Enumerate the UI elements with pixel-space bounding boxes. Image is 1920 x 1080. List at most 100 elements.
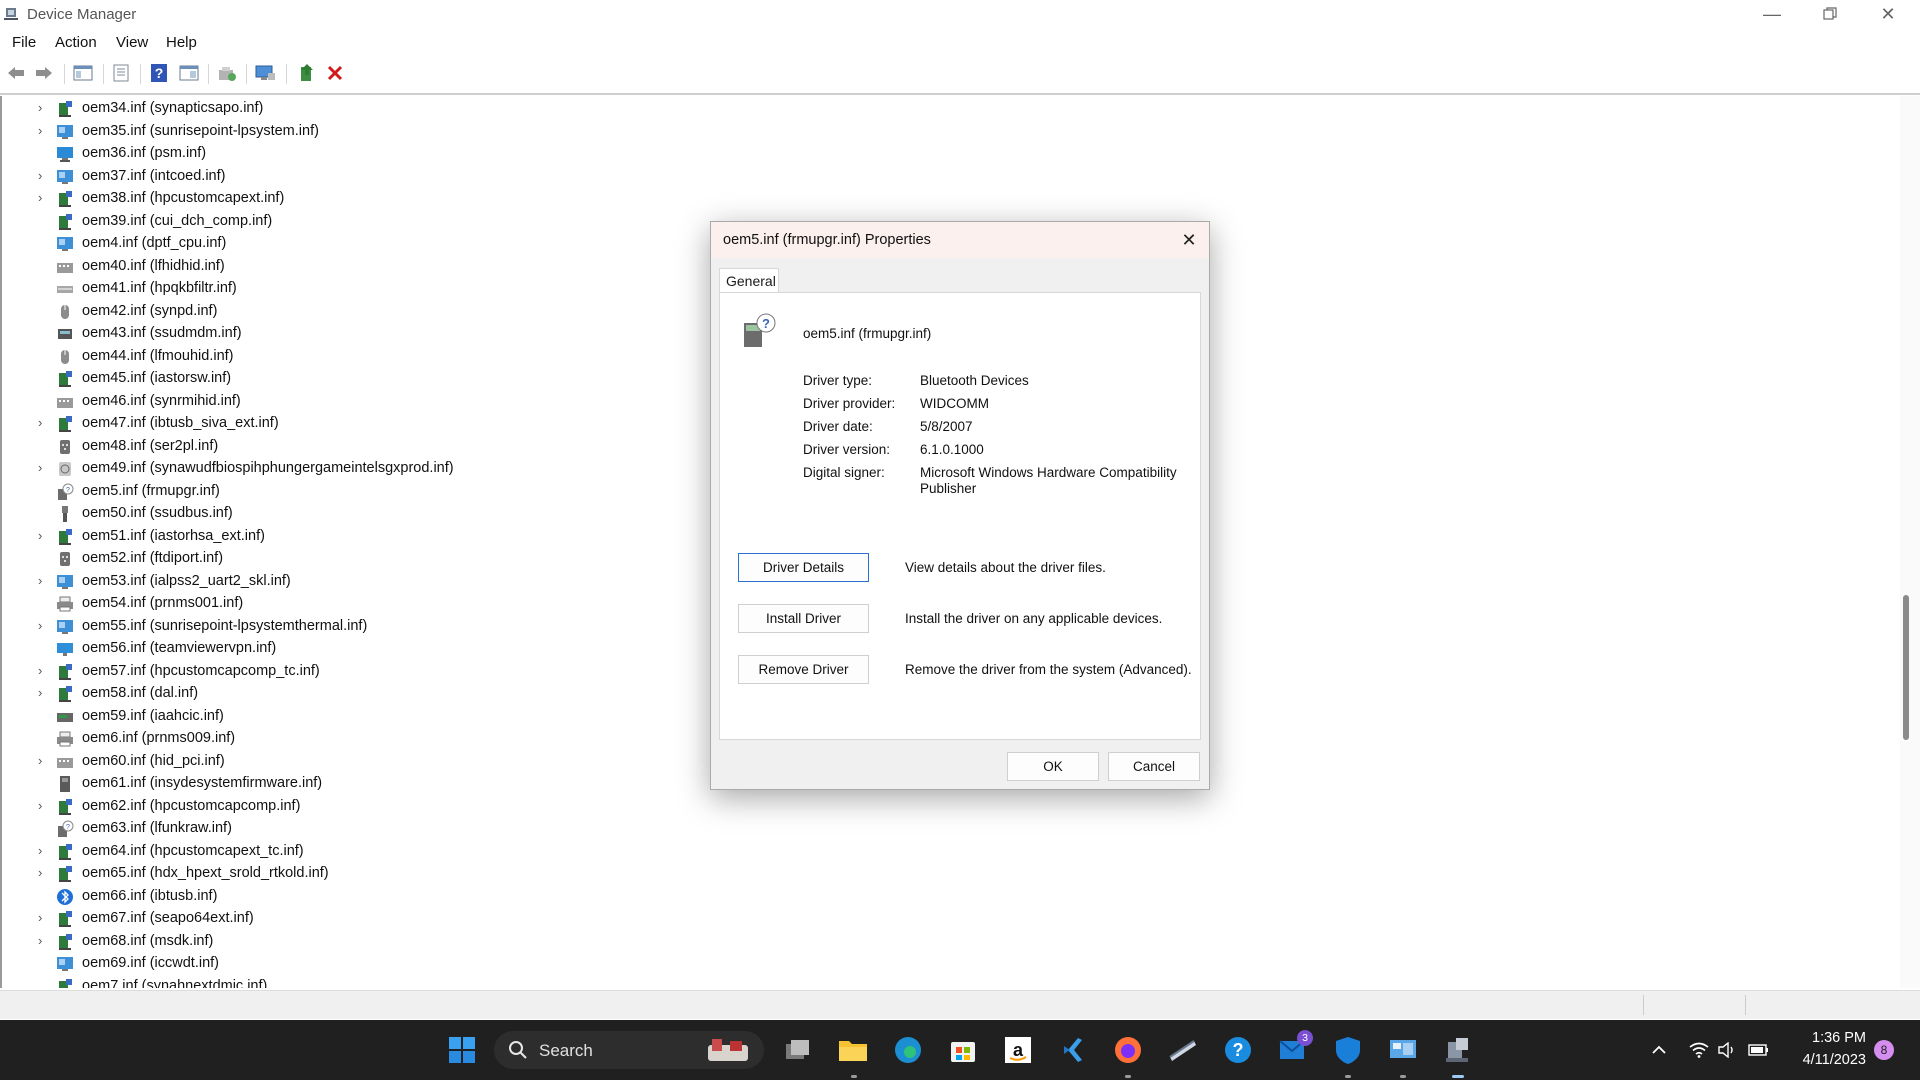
clock-date[interactable]: 4/11/2023 xyxy=(1790,1052,1866,1068)
scrollbar-thumb[interactable] xyxy=(1903,595,1909,740)
properties-icon[interactable] xyxy=(110,62,132,84)
tree-item[interactable]: oem69.inf (iccwdt.inf) xyxy=(2,953,702,975)
expand-chevron-icon[interactable]: › xyxy=(38,865,42,880)
clock-time[interactable]: 1:36 PM xyxy=(1806,1030,1866,1046)
ruler-app-icon[interactable] xyxy=(1165,1032,1201,1068)
tree-item[interactable]: oem59.inf (iaahcic.inf) xyxy=(2,706,702,728)
tree-item[interactable]: oem7.inf (synahnextdmic.inf) xyxy=(2,976,702,988)
tree-item[interactable]: oem48.inf (ser2pl.inf) xyxy=(2,436,702,458)
windows-security-icon[interactable] xyxy=(1330,1032,1366,1068)
driver-details-button[interactable]: Driver Details xyxy=(738,553,869,582)
expand-chevron-icon[interactable]: › xyxy=(38,190,42,205)
volume-icon[interactable] xyxy=(1712,1032,1742,1068)
tree-item[interactable]: oem6.inf (prnms009.inf) xyxy=(2,728,702,750)
tree-item[interactable]: › oem58.inf (dal.inf) xyxy=(2,683,702,705)
notification-badge[interactable]: 8 xyxy=(1874,1040,1894,1060)
visual-studio-code-icon[interactable] xyxy=(1055,1032,1091,1068)
minimize-button[interactable]: — xyxy=(1743,0,1801,28)
expand-chevron-icon[interactable]: › xyxy=(38,460,42,475)
microsoft-store-icon[interactable] xyxy=(945,1032,981,1068)
edge-icon[interactable] xyxy=(890,1032,926,1068)
expand-chevron-icon[interactable]: › xyxy=(38,528,42,543)
expand-chevron-icon[interactable]: › xyxy=(38,798,42,813)
vertical-scrollbar[interactable] xyxy=(1900,96,1920,988)
expand-chevron-icon[interactable]: › xyxy=(38,123,42,138)
tree-item[interactable]: › oem60.inf (hid_pci.inf) xyxy=(2,751,702,773)
expand-chevron-icon[interactable]: › xyxy=(38,843,42,858)
show-hidden-devices-icon[interactable] xyxy=(178,62,200,84)
tree-item[interactable]: › oem65.inf (hdx_hpext_srold_rtkold.inf) xyxy=(2,863,702,885)
tree-item[interactable]: oem42.inf (synpd.inf) xyxy=(2,301,702,323)
help-icon[interactable]: ? xyxy=(148,62,170,84)
tree-item[interactable]: oem36.inf (psm.inf) xyxy=(2,143,702,165)
expand-chevron-icon[interactable]: › xyxy=(38,663,42,678)
tree-item[interactable]: › oem68.inf (msdk.inf) xyxy=(2,931,702,953)
scan-hardware-changes-icon[interactable] xyxy=(254,62,276,84)
expand-chevron-icon[interactable]: › xyxy=(38,685,42,700)
tree-item[interactable]: › oem47.inf (ibtusb_siva_ext.inf) xyxy=(2,413,702,435)
remove-driver-button[interactable]: Remove Driver xyxy=(738,655,869,684)
install-driver-button[interactable]: Install Driver xyxy=(738,604,869,633)
amazon-icon[interactable]: a xyxy=(1000,1032,1036,1068)
tree-item[interactable]: oem61.inf (insydesystemfirmware.inf) xyxy=(2,773,702,795)
tree-item[interactable]: › oem49.inf (synawudfbiospihphungergamein… xyxy=(2,458,702,480)
tree-item[interactable]: oem54.inf (prnms001.inf) xyxy=(2,593,702,615)
dialog-close-icon[interactable]: ✕ xyxy=(1177,228,1201,252)
add-legacy-hardware-icon[interactable] xyxy=(296,62,318,84)
update-driver-icon[interactable] xyxy=(216,62,238,84)
expand-chevron-icon[interactable]: › xyxy=(38,573,42,588)
close-window-button[interactable]: ✕ xyxy=(1859,0,1917,28)
tree-item[interactable]: › oem67.inf (seapo64ext.inf) xyxy=(2,908,702,930)
tree-item[interactable]: oem50.inf (ssudbus.inf) xyxy=(2,503,702,525)
expand-chevron-icon[interactable]: › xyxy=(38,100,42,115)
tree-item[interactable]: oem39.inf (cui_dch_comp.inf) xyxy=(2,211,702,233)
firefox-icon[interactable] xyxy=(1110,1032,1146,1068)
tree-item[interactable]: oem52.inf (ftdiport.inf) xyxy=(2,548,702,570)
device-manager-taskbar-icon[interactable] xyxy=(1440,1032,1476,1068)
ok-button[interactable]: OK xyxy=(1007,752,1099,781)
forward-arrow-icon[interactable] xyxy=(33,62,55,84)
back-arrow-icon[interactable] xyxy=(5,62,27,84)
tree-item[interactable]: › oem55.inf (sunrisepoint-lpsystemthermal… xyxy=(2,616,702,638)
tree-item[interactable]: › oem51.inf (iastorhsa_ext.inf) xyxy=(2,526,702,548)
restore-button[interactable] xyxy=(1801,0,1859,28)
expand-chevron-icon[interactable]: › xyxy=(38,168,42,183)
tree-item[interactable]: › oem35.inf (sunrisepoint-lpsystem.inf) xyxy=(2,121,702,143)
tab-general[interactable]: General xyxy=(719,268,779,293)
tree-item[interactable]: › oem53.inf (ialpss2_uart2_skl.inf) xyxy=(2,571,702,593)
tree-item[interactable]: oem40.inf (lfhidhid.inf) xyxy=(2,256,702,278)
show-hidden-icons-chevron-icon[interactable] xyxy=(1644,1032,1674,1068)
tree-item[interactable]: oem46.inf (synrmihid.inf) xyxy=(2,391,702,413)
tree-item[interactable]: › oem62.inf (hpcustomcapcomp.inf) xyxy=(2,796,702,818)
tree-item[interactable]: › oem64.inf (hpcustomcapext_tc.inf) xyxy=(2,841,702,863)
task-view-icon[interactable] xyxy=(780,1032,816,1068)
tree-item[interactable]: oem43.inf (ssudmdm.inf) xyxy=(2,323,702,345)
tree-item[interactable]: › oem57.inf (hpcustomcapcomp_tc.inf) xyxy=(2,661,702,683)
menu-action[interactable]: Action xyxy=(55,34,97,51)
tree-item[interactable]: oem4.inf (dptf_cpu.inf) xyxy=(2,233,702,255)
tree-item[interactable]: oem66.inf (ibtusb.inf) xyxy=(2,886,702,908)
tree-item[interactable]: › oem37.inf (intcoed.inf) xyxy=(2,166,702,188)
cancel-button[interactable]: Cancel xyxy=(1108,752,1200,781)
expand-chevron-icon[interactable]: › xyxy=(38,753,42,768)
control-panel-icon[interactable] xyxy=(1385,1032,1421,1068)
tree-item[interactable]: oem44.inf (lfmouhid.inf) xyxy=(2,346,702,368)
tree-item[interactable]: ? oem63.inf (lfunkraw.inf) xyxy=(2,818,702,840)
tree-item[interactable]: › oem38.inf (hpcustomcapext.inf) xyxy=(2,188,702,210)
start-icon[interactable] xyxy=(444,1032,480,1068)
battery-icon[interactable] xyxy=(1744,1032,1774,1068)
tree-item[interactable]: oem56.inf (teamviewervpn.inf) xyxy=(2,638,702,660)
menu-file[interactable]: File xyxy=(12,34,36,51)
show-hide-console-tree-icon[interactable] xyxy=(72,62,94,84)
menu-view[interactable]: View xyxy=(116,34,148,51)
tree-item[interactable]: › oem34.inf (synapticsapo.inf) xyxy=(2,98,702,120)
menu-help[interactable]: Help xyxy=(166,34,197,51)
tree-item[interactable]: oem45.inf (iastorsw.inf) xyxy=(2,368,702,390)
uninstall-icon[interactable] xyxy=(324,62,346,84)
search-box[interactable]: Search xyxy=(494,1031,764,1069)
expand-chevron-icon[interactable]: › xyxy=(38,415,42,430)
expand-chevron-icon[interactable]: › xyxy=(38,910,42,925)
tree-item[interactable]: oem41.inf (hpqkbfiltr.inf) xyxy=(2,278,702,300)
get-help-icon[interactable]: ? xyxy=(1220,1032,1256,1068)
wifi-icon[interactable] xyxy=(1684,1032,1714,1068)
